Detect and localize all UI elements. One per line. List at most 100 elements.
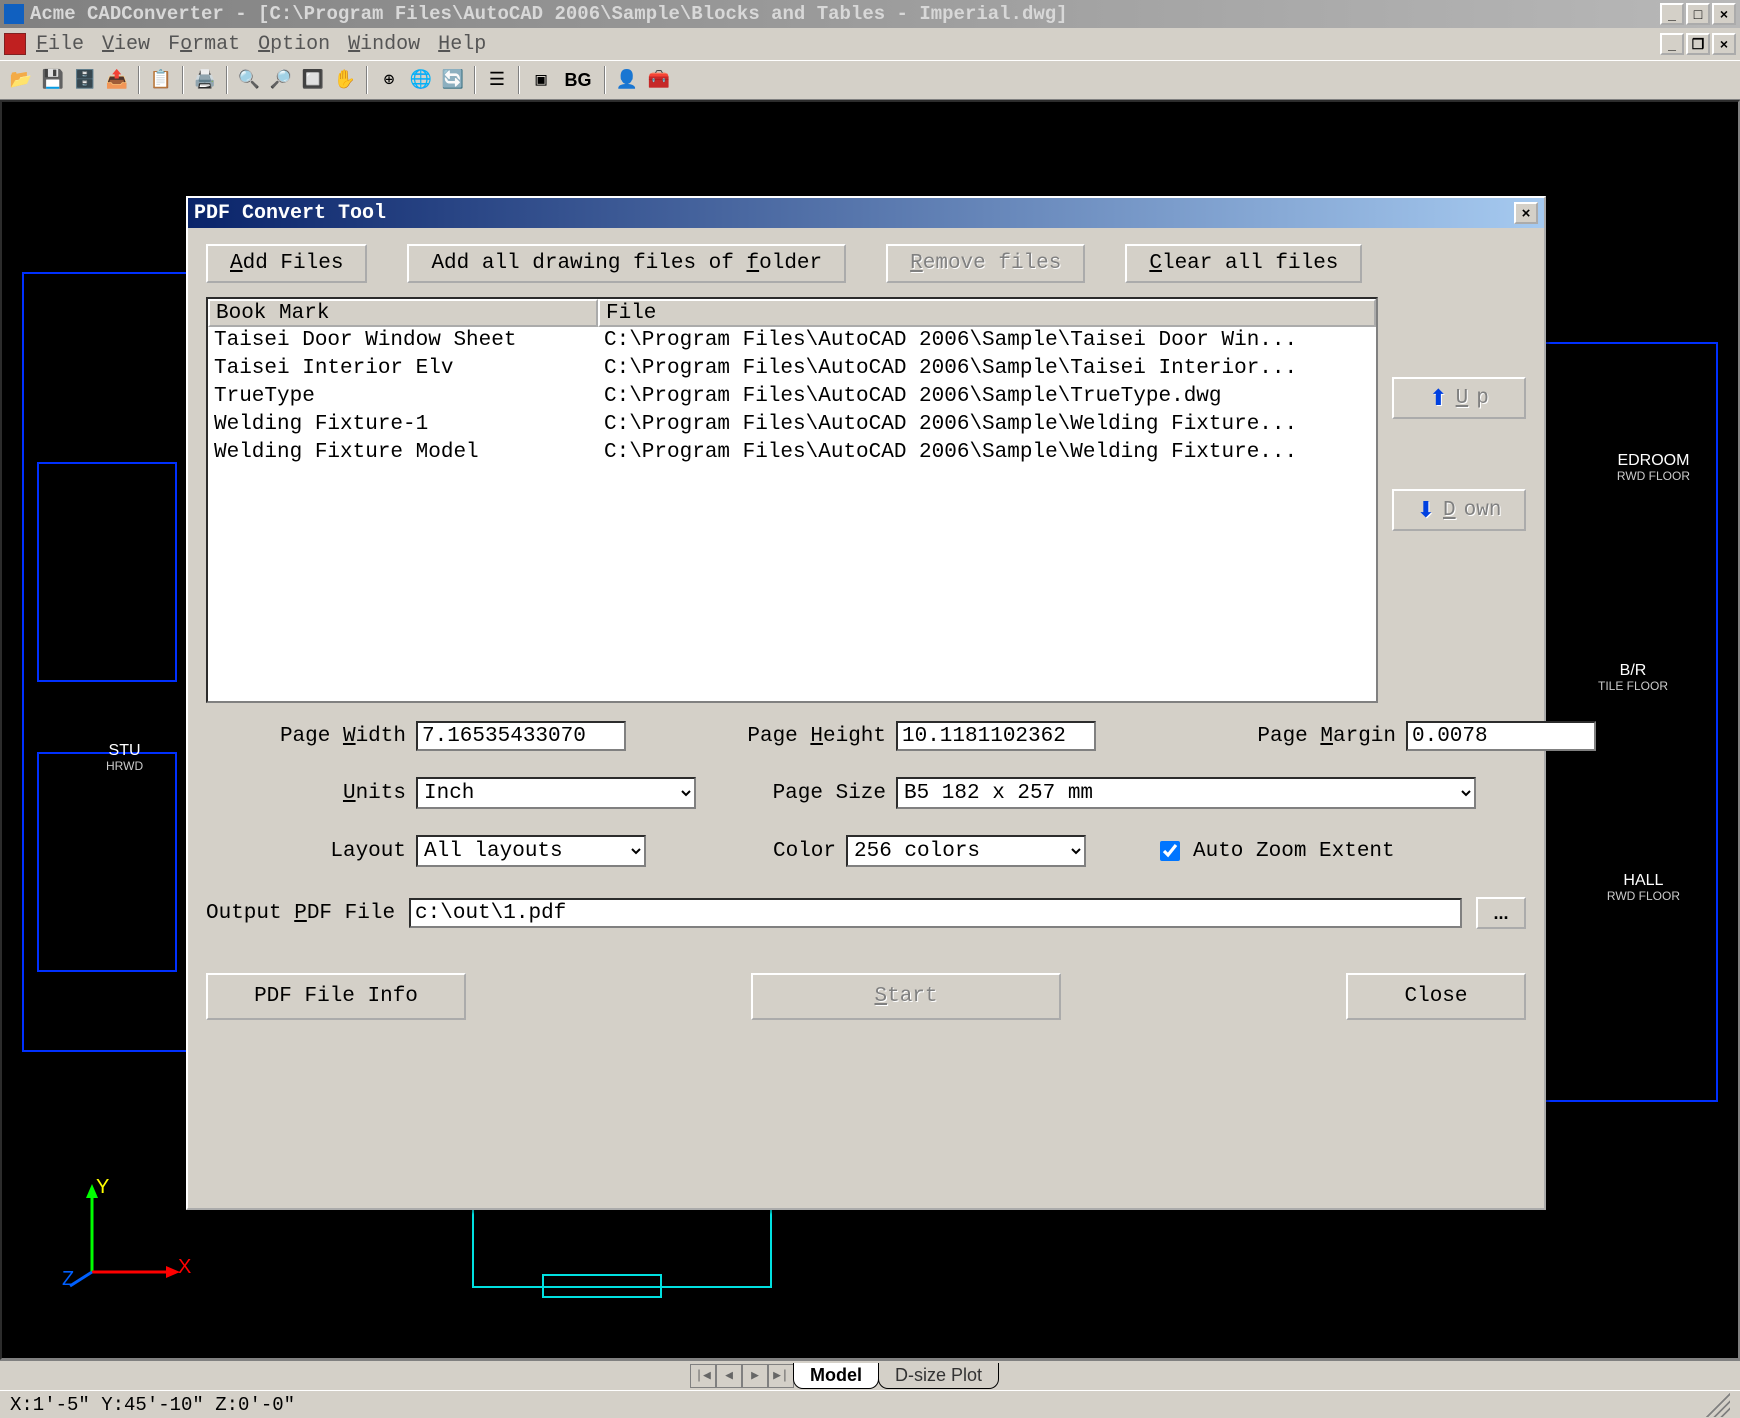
label-page-margin: Page Margin (1216, 725, 1406, 748)
label-page-size: Page Size (696, 782, 896, 805)
auto-zoom-checkbox[interactable]: Auto Zoom Extent (1156, 838, 1526, 864)
menu-file[interactable]: File (36, 33, 84, 56)
add-folder-button[interactable]: Add all drawing files of folder (407, 244, 846, 283)
color-select[interactable]: 256 colors (846, 835, 1086, 867)
move-up-button[interactable]: ⬆Up (1392, 377, 1526, 419)
window-minimize-button[interactable]: _ (1660, 3, 1684, 25)
output-file-input[interactable] (409, 898, 1462, 928)
room-label-bedroom: EDROOMRWD FLOOR (1617, 452, 1690, 483)
save-icon[interactable]: 💾 (38, 65, 68, 95)
browse-button[interactable]: ... (1476, 897, 1526, 929)
label-page-height: Page Height (696, 725, 896, 748)
app-title: Acme CADConverter - [C:\Program Files\Au… (30, 3, 1660, 25)
room-label-study: STUHRWD (106, 742, 143, 773)
layers-icon[interactable]: ☰ (482, 65, 512, 95)
pdf-file-info-button[interactable]: PDF File Info (206, 973, 466, 1020)
units-select[interactable]: Inch (416, 777, 696, 809)
open-icon[interactable]: 📂 (6, 65, 36, 95)
print-icon[interactable]: 🖨️ (190, 65, 220, 95)
zoom-extents-icon[interactable]: ⊕ (374, 65, 404, 95)
save-as-icon[interactable]: 🗄️ (70, 65, 100, 95)
axes-gizmo: Y X Z (62, 1182, 182, 1298)
page-size-select[interactable]: B5 182 x 257 mm (896, 777, 1476, 809)
mdi-close-button[interactable]: × (1712, 33, 1736, 55)
table-row[interactable]: Taisei Door Window SheetC:\Program Files… (208, 327, 1376, 355)
cell-bookmark: Taisei Interior Elv (208, 355, 598, 383)
statusbar: X:1'-5" Y:45'-10" Z:0'-0" (0, 1390, 1740, 1418)
menu-window[interactable]: Window (348, 33, 420, 56)
window-close-button[interactable]: × (1712, 3, 1736, 25)
close-button[interactable]: Close (1346, 973, 1526, 1020)
window-maximize-button[interactable]: □ (1686, 3, 1710, 25)
label-auto-zoom: Auto Zoom Extent (1193, 840, 1395, 863)
mdi-restore-button[interactable]: ❐ (1686, 33, 1710, 55)
layout-select[interactable]: All layouts (416, 835, 646, 867)
move-down-button[interactable]: ⬇Down (1392, 489, 1526, 531)
add-files-button[interactable]: Add Files (206, 244, 367, 283)
tab-nav-prev-icon[interactable]: ◀ (716, 1364, 742, 1388)
pdf-convert-dialog: PDF Convert Tool × Add Files Add all dra… (186, 196, 1546, 1210)
column-file[interactable]: File (598, 299, 1376, 327)
menu-option[interactable]: Option (258, 33, 330, 56)
label-color: Color (646, 840, 846, 863)
table-row[interactable]: Welding Fixture-1C:\Program Files\AutoCA… (208, 411, 1376, 439)
page-margin-input[interactable] (1406, 721, 1596, 751)
dialog-title: PDF Convert Tool (194, 202, 386, 225)
resize-grip-icon[interactable] (1706, 1393, 1730, 1417)
clear-all-button[interactable]: Clear all files (1125, 244, 1362, 283)
fullscreen-icon[interactable]: ▣ (526, 65, 556, 95)
cell-file: C:\Program Files\AutoCAD 2006\Sample\Tai… (598, 355, 1376, 383)
cell-bookmark: Welding Fixture-1 (208, 411, 598, 439)
app-icon (4, 4, 24, 24)
label-output: Output PDF File (206, 902, 395, 925)
background-button[interactable]: BG (558, 65, 598, 95)
cell-file: C:\Program Files\AutoCAD 2006\Sample\Tai… (598, 327, 1376, 355)
cell-bookmark: Welding Fixture Model (208, 439, 598, 467)
about-icon[interactable]: 👤 (612, 65, 642, 95)
toolbar: 📂 💾 🗄️ 📤 📋 🖨️ 🔍 🔎 🔲 ✋ ⊕ 🌐 🔄 ☰ ▣ BG 👤 🧰 (0, 60, 1740, 100)
zoom-all-icon[interactable]: 🌐 (406, 65, 436, 95)
cell-file: C:\Program Files\AutoCAD 2006\Sample\Wel… (598, 439, 1376, 467)
table-row[interactable]: TrueTypeC:\Program Files\AutoCAD 2006\Sa… (208, 383, 1376, 411)
tab-dsize-plot[interactable]: D-size Plot (878, 1363, 999, 1389)
table-row[interactable]: Welding Fixture ModelC:\Program Files\Au… (208, 439, 1376, 467)
dialog-titlebar[interactable]: PDF Convert Tool × (188, 198, 1544, 228)
status-coordinates: X:1'-5" Y:45'-10" Z:0'-0" (10, 1394, 295, 1416)
zoom-out-icon[interactable]: 🔍 (234, 65, 264, 95)
page-height-input[interactable] (896, 721, 1096, 751)
mdi-minimize-button[interactable]: _ (1660, 33, 1684, 55)
cell-bookmark: TrueType (208, 383, 598, 411)
label-units: Units (206, 782, 416, 805)
pdf-tool-icon[interactable]: 🧰 (644, 65, 674, 95)
file-listview[interactable]: Book Mark File Taisei Door Window SheetC… (206, 297, 1378, 703)
menu-help[interactable]: Help (438, 33, 486, 56)
arrow-up-icon: ⬆ (1429, 385, 1447, 411)
dialog-close-button[interactable]: × (1514, 202, 1538, 224)
menu-format[interactable]: Format (168, 33, 240, 56)
tab-nav-last-icon[interactable]: ▶| (768, 1364, 794, 1388)
tab-model[interactable]: Model (793, 1363, 879, 1389)
tab-nav-next-icon[interactable]: ▶ (742, 1364, 768, 1388)
column-bookmark[interactable]: Book Mark (208, 299, 598, 327)
mdi-doc-icon (4, 33, 26, 55)
cell-file: C:\Program Files\AutoCAD 2006\Sample\Tru… (598, 383, 1376, 411)
zoom-in-icon[interactable]: 🔎 (266, 65, 296, 95)
auto-zoom-checkbox-input[interactable] (1160, 841, 1180, 861)
room-label-hall: HALLRWD FLOOR (1607, 872, 1680, 903)
pan-icon[interactable]: ✋ (330, 65, 360, 95)
remove-files-button[interactable]: Remove files (886, 244, 1085, 283)
export-icon[interactable]: 📤 (102, 65, 132, 95)
menubar: File View Format Option Window Help _ ❐ … (0, 28, 1740, 60)
table-row[interactable]: Taisei Interior ElvC:\Program Files\Auto… (208, 355, 1376, 383)
arrow-down-icon: ⬇ (1417, 497, 1435, 523)
regen-icon[interactable]: 🔄 (438, 65, 468, 95)
room-label-br: B/RTILE FLOOR (1598, 662, 1668, 693)
tab-nav-first-icon[interactable]: |◀ (690, 1364, 716, 1388)
menu-view[interactable]: View (102, 33, 150, 56)
label-page-width: Page Width (206, 725, 416, 748)
copy-icon[interactable]: 📋 (146, 65, 176, 95)
page-width-input[interactable] (416, 721, 626, 751)
start-button[interactable]: Start (751, 973, 1061, 1020)
cell-bookmark: Taisei Door Window Sheet (208, 327, 598, 355)
zoom-window-icon[interactable]: 🔲 (298, 65, 328, 95)
